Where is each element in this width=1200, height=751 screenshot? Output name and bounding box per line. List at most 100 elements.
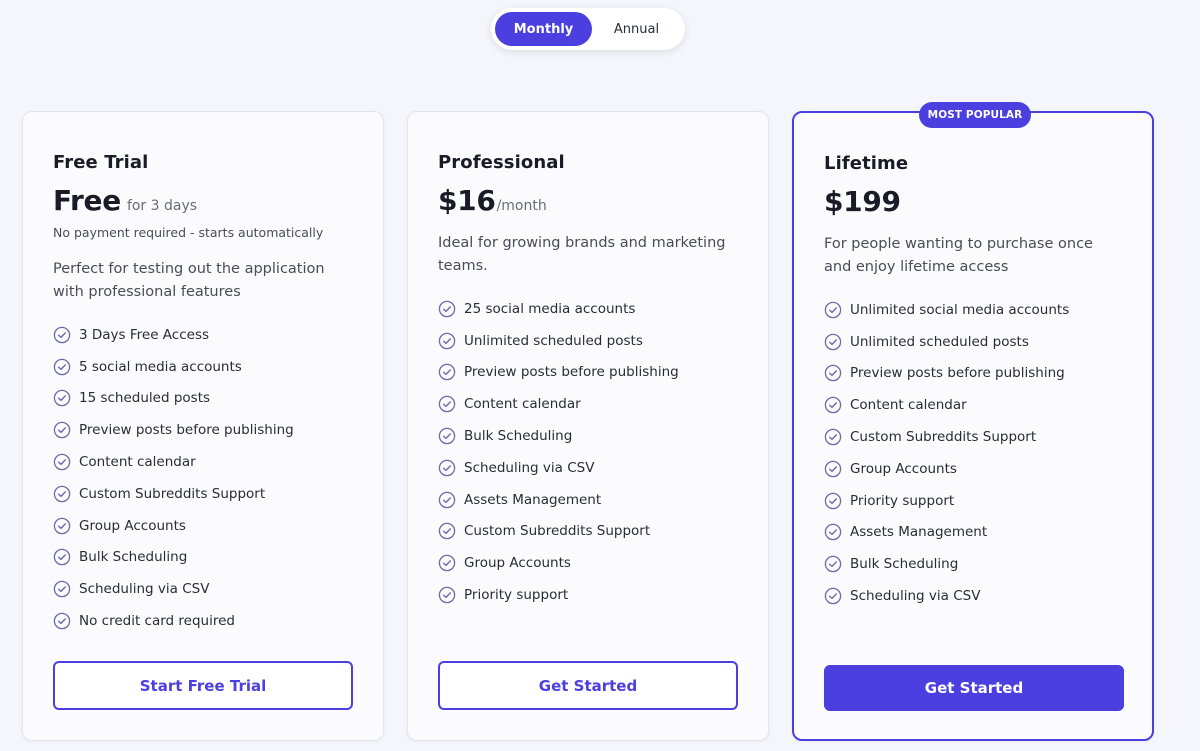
plan-card-free-trial: Free Trial Free for 3 days No payment re… bbox=[22, 111, 384, 741]
check-circle-icon bbox=[824, 587, 842, 605]
feature-label: Bulk Scheduling bbox=[850, 556, 959, 573]
feature-item: 3 Days Free Access bbox=[53, 319, 294, 351]
feature-label: Assets Management bbox=[850, 524, 988, 541]
check-circle-icon bbox=[53, 485, 71, 503]
plan-price: $199 bbox=[824, 185, 901, 218]
feature-item: Scheduling via CSV bbox=[438, 452, 679, 484]
feature-label: Priority support bbox=[850, 492, 955, 509]
feature-label: 5 social media accounts bbox=[79, 358, 242, 375]
plan-price: Free for 3 days bbox=[53, 184, 197, 217]
check-circle-icon bbox=[824, 492, 842, 510]
check-circle-icon bbox=[438, 300, 456, 318]
feature-item: Scheduling via CSV bbox=[53, 573, 294, 605]
billing-toggle: Monthly Annual bbox=[491, 8, 685, 50]
feature-item: Assets Management bbox=[824, 517, 1069, 549]
check-circle-icon bbox=[53, 612, 71, 630]
check-circle-icon bbox=[824, 428, 842, 446]
check-circle-icon bbox=[824, 555, 842, 573]
feature-label: Group Accounts bbox=[850, 460, 957, 477]
feature-label: Content calendar bbox=[79, 454, 196, 471]
feature-label: Preview posts before publishing bbox=[850, 365, 1065, 382]
feature-label: Preview posts before publishing bbox=[464, 364, 679, 381]
price-amount: $199 bbox=[824, 185, 901, 218]
feature-item: Priority support bbox=[824, 485, 1069, 517]
plan-card-professional: Professional $16 /month Ideal for growin… bbox=[407, 111, 769, 741]
feature-label: Unlimited scheduled posts bbox=[850, 333, 1029, 350]
feature-item: No credit card required bbox=[53, 605, 294, 637]
check-circle-icon bbox=[438, 332, 456, 350]
feature-label: Scheduling via CSV bbox=[79, 581, 210, 598]
start-free-trial-button[interactable]: Start Free Trial bbox=[53, 661, 353, 710]
feature-item: Unlimited social media accounts bbox=[824, 294, 1069, 326]
feature-label: Unlimited social media accounts bbox=[850, 301, 1070, 318]
feature-label: Priority support bbox=[464, 587, 569, 604]
price-period: for 3 days bbox=[126, 198, 198, 214]
check-circle-icon bbox=[824, 301, 842, 319]
check-circle-icon bbox=[53, 580, 71, 598]
feature-label: 3 Days Free Access bbox=[79, 326, 210, 343]
feature-list: 25 social media accounts Unlimited schedu… bbox=[438, 293, 679, 611]
feature-item: Custom Subreddits Support bbox=[53, 478, 294, 510]
feature-label: Content calendar bbox=[850, 397, 967, 414]
check-circle-icon bbox=[824, 364, 842, 382]
feature-item: Bulk Scheduling bbox=[824, 548, 1069, 580]
feature-item: Scheduling via CSV bbox=[824, 580, 1069, 612]
check-circle-icon bbox=[53, 548, 71, 566]
feature-item: Unlimited scheduled posts bbox=[438, 325, 679, 357]
plan-card-lifetime: MOST POPULAR Lifetime $199 For people wa… bbox=[792, 102, 1154, 741]
plan-description: For people wanting to purchase once and … bbox=[824, 236, 1093, 275]
plan-note: No payment required - starts automatical… bbox=[53, 225, 324, 240]
feature-item: Preview posts before publishing bbox=[53, 414, 294, 446]
check-circle-icon bbox=[824, 523, 842, 541]
feature-item: Bulk Scheduling bbox=[53, 542, 294, 574]
feature-item: 25 social media accounts bbox=[438, 293, 679, 325]
check-circle-icon bbox=[53, 389, 71, 407]
check-circle-icon bbox=[438, 491, 456, 509]
plan-name: Lifetime bbox=[824, 153, 909, 174]
feature-label: No credit card required bbox=[79, 613, 235, 630]
feature-item: 5 social media accounts bbox=[53, 351, 294, 383]
most-popular-badge: MOST POPULAR bbox=[919, 102, 1031, 128]
feature-item: Group Accounts bbox=[53, 510, 294, 542]
get-started-button[interactable]: Get Started bbox=[824, 665, 1124, 711]
price-amount: Free bbox=[53, 184, 121, 217]
check-circle-icon bbox=[438, 586, 456, 604]
check-circle-icon bbox=[438, 522, 456, 540]
check-circle-icon bbox=[438, 459, 456, 477]
feature-label: 15 scheduled posts bbox=[79, 390, 211, 407]
check-circle-icon bbox=[53, 517, 71, 535]
feature-item: 15 scheduled posts bbox=[53, 383, 294, 415]
feature-label: Assets Management bbox=[464, 491, 602, 508]
feature-label: Group Accounts bbox=[79, 517, 186, 534]
check-circle-icon bbox=[438, 427, 456, 445]
feature-label: Group Accounts bbox=[464, 555, 571, 572]
check-circle-icon bbox=[53, 326, 71, 344]
feature-item: Custom Subreddits Support bbox=[824, 421, 1069, 453]
feature-label: Unlimited scheduled posts bbox=[464, 332, 643, 349]
feature-list: Unlimited social media accounts Unlimited… bbox=[824, 294, 1069, 612]
check-circle-icon bbox=[438, 395, 456, 413]
plan-name: Free Trial bbox=[53, 152, 149, 173]
feature-label: Content calendar bbox=[464, 396, 581, 413]
get-started-button[interactable]: Get Started bbox=[438, 661, 738, 710]
annual-toggle-option[interactable]: Annual bbox=[592, 12, 681, 46]
feature-item: Preview posts before publishing bbox=[824, 358, 1069, 390]
check-circle-icon bbox=[824, 333, 842, 351]
feature-item: Content calendar bbox=[824, 389, 1069, 421]
feature-label: 25 social media accounts bbox=[464, 300, 636, 317]
check-circle-icon bbox=[53, 453, 71, 471]
feature-item: Content calendar bbox=[438, 388, 679, 420]
check-circle-icon bbox=[824, 396, 842, 414]
check-circle-icon bbox=[824, 460, 842, 478]
feature-label: Custom Subreddits Support bbox=[79, 485, 266, 502]
feature-item: Priority support bbox=[438, 579, 679, 611]
monthly-toggle-option[interactable]: Monthly bbox=[495, 12, 592, 46]
feature-label: Bulk Scheduling bbox=[464, 428, 573, 445]
check-circle-icon bbox=[53, 358, 71, 376]
check-circle-icon bbox=[438, 363, 456, 381]
feature-item: Unlimited scheduled posts bbox=[824, 326, 1069, 358]
feature-label: Scheduling via CSV bbox=[850, 588, 981, 605]
plan-description: Ideal for growing brands and marketing t… bbox=[438, 235, 726, 274]
feature-label: Preview posts before publishing bbox=[79, 422, 294, 439]
feature-item: Bulk Scheduling bbox=[438, 420, 679, 452]
